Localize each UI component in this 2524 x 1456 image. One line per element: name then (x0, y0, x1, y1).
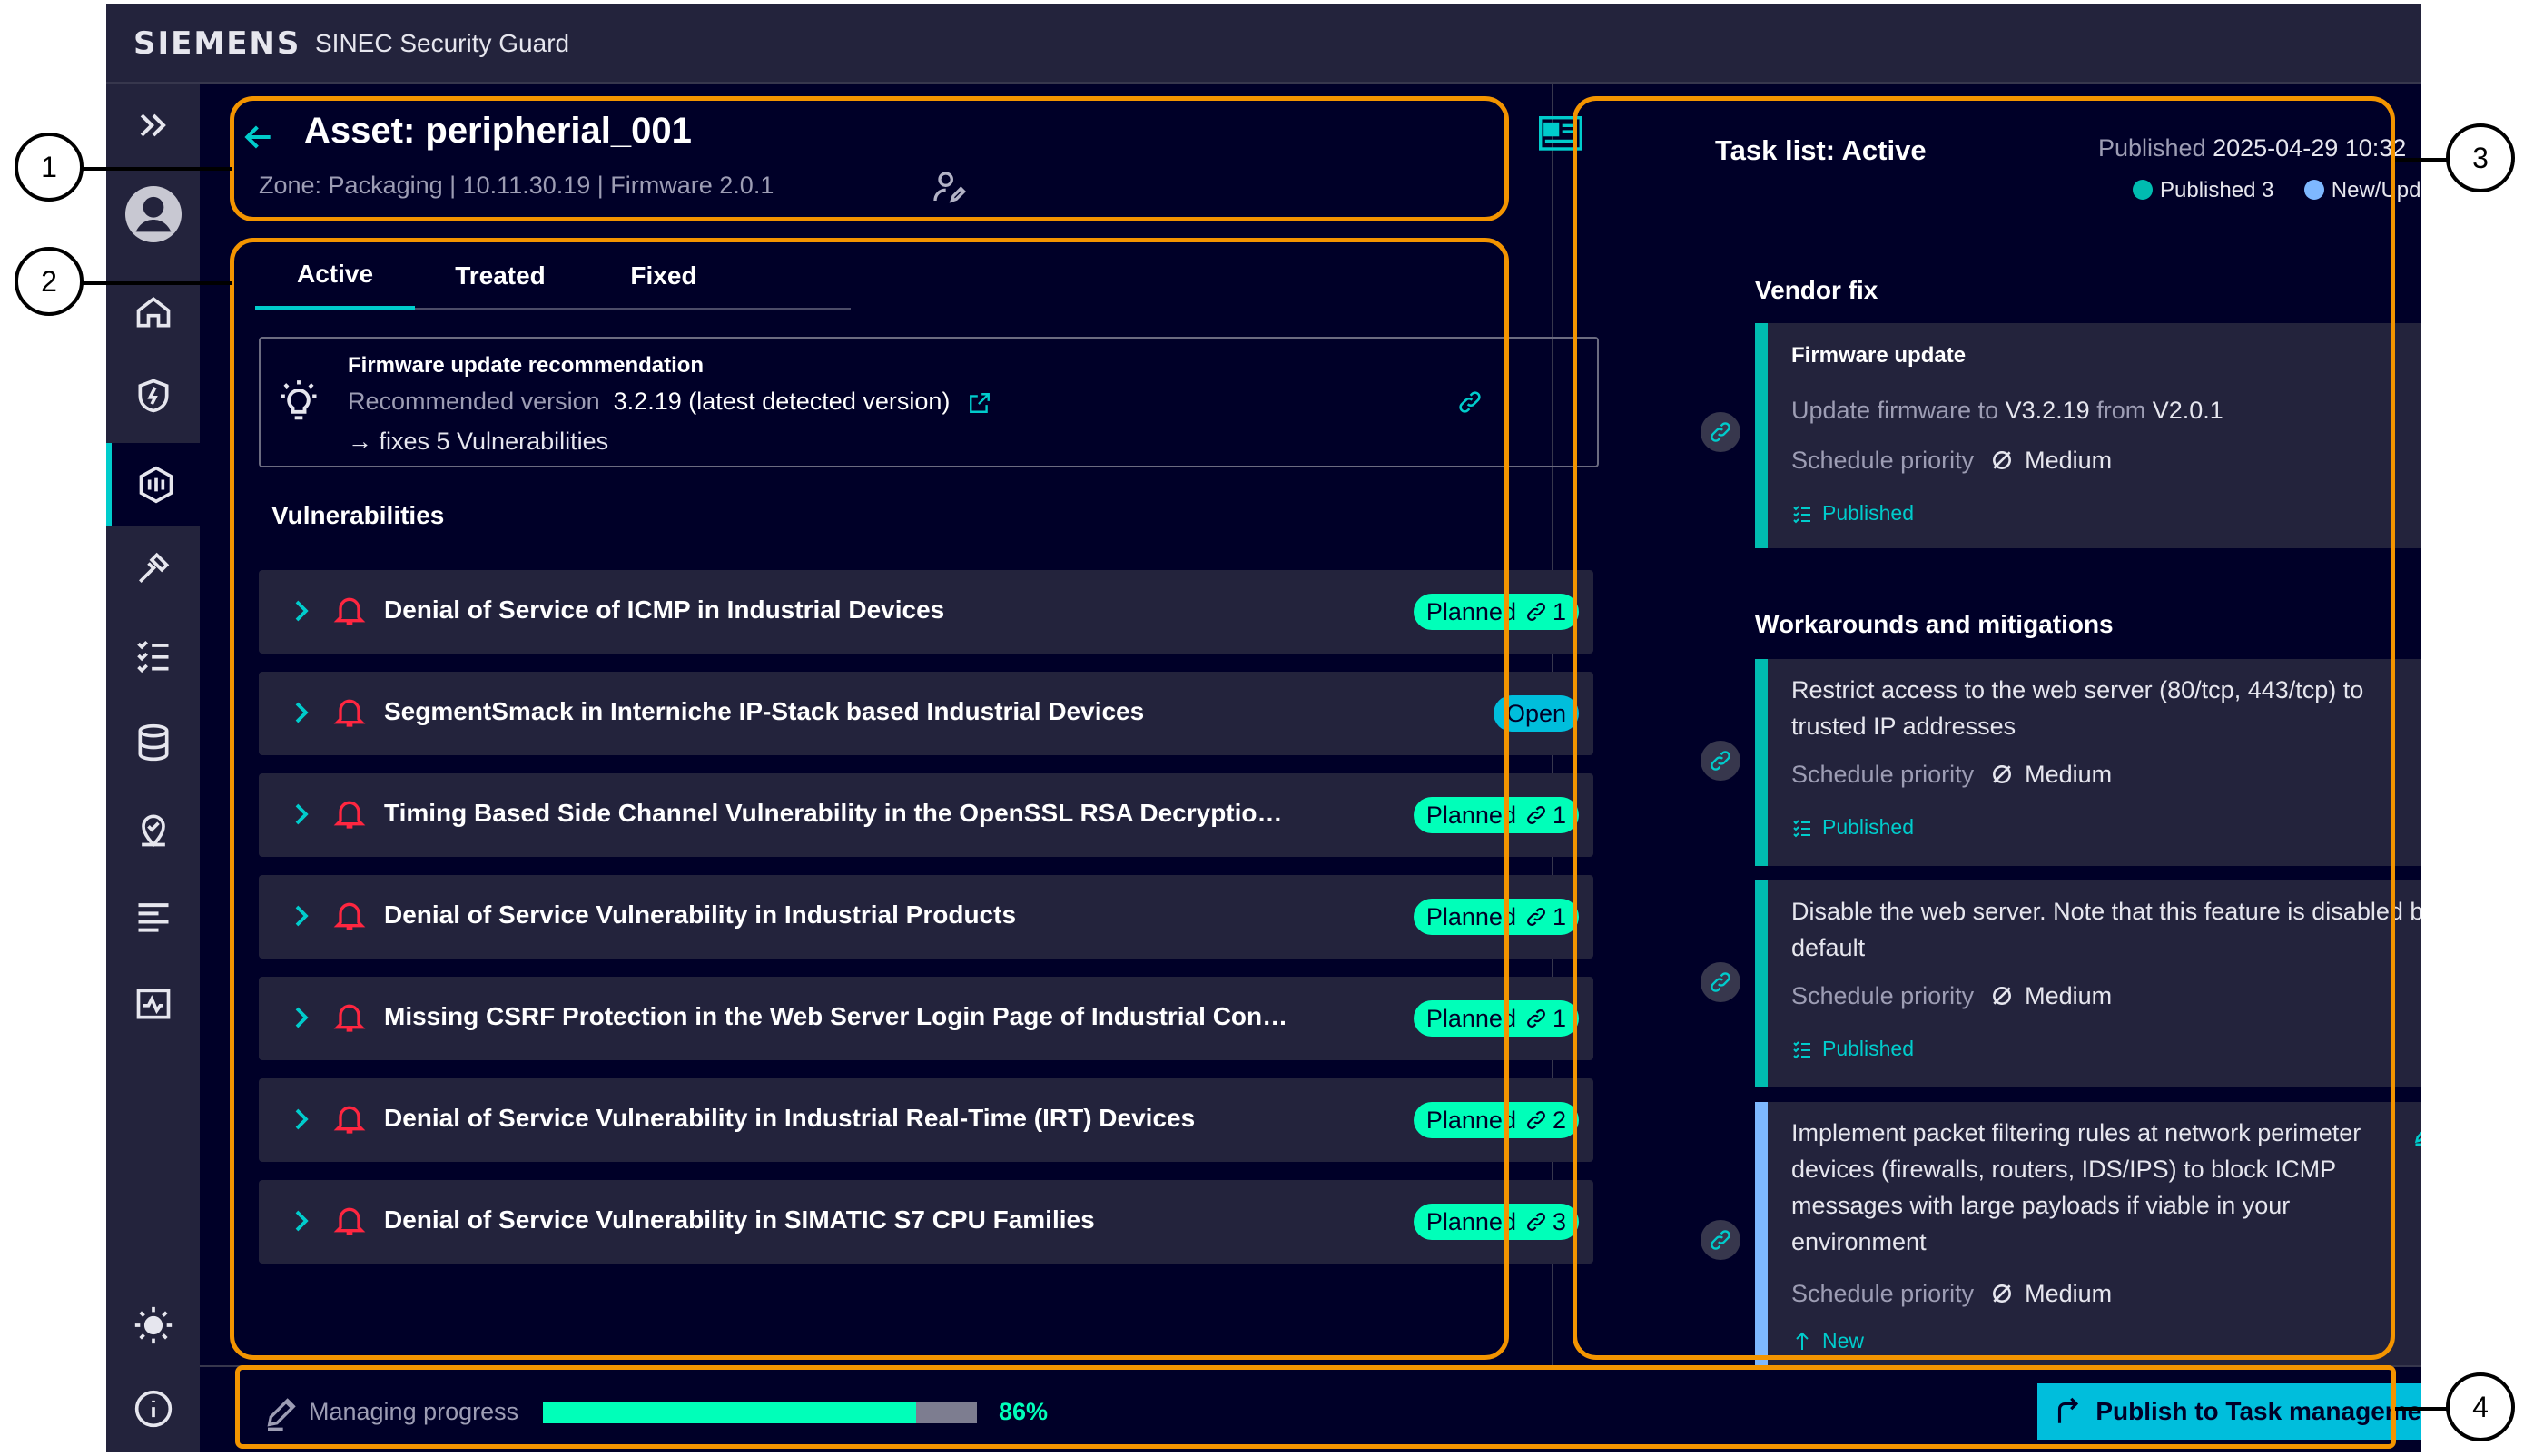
link-icon (1527, 1111, 1545, 1129)
link-icon (1527, 603, 1545, 621)
app-name: SINEC Security Guard (315, 29, 570, 57)
link-count: 2 (1552, 1106, 1566, 1134)
link-count: 1 (1552, 902, 1566, 930)
link-count: 1 (1552, 801, 1566, 829)
annotation-frame-vulnerabilities (230, 238, 1509, 1360)
shield-icon[interactable] (106, 354, 200, 438)
info-icon[interactable] (106, 1367, 200, 1451)
link-icon (1527, 806, 1545, 824)
callout-leader (82, 281, 232, 285)
database-icon[interactable] (106, 701, 200, 784)
brand-logo: SIEMENS (133, 25, 301, 62)
link-count: 1 (1552, 1004, 1566, 1032)
callout-1: 1 (15, 133, 84, 202)
link-icon (1527, 1009, 1545, 1028)
expand-icon[interactable] (106, 84, 200, 167)
activity-icon[interactable] (106, 962, 200, 1046)
callout-leader (2395, 1407, 2451, 1411)
sidebar (106, 84, 200, 1452)
list-icon[interactable] (106, 875, 200, 959)
theme-icon[interactable] (106, 1284, 200, 1367)
asset-icon[interactable] (106, 443, 200, 526)
location-icon[interactable] (106, 788, 200, 871)
annotation-frame-footer (235, 1365, 2396, 1449)
callout-leader (82, 167, 232, 171)
edit-icon[interactable] (2412, 1120, 2421, 1146)
callout-3: 3 (2446, 123, 2515, 192)
link-icon (1527, 908, 1545, 926)
link-icon (1527, 1213, 1545, 1231)
link-count: 3 (1552, 1207, 1566, 1235)
annotation-frame-asset-header (230, 96, 1509, 221)
task-list-icon[interactable] (106, 614, 200, 697)
callout-4: 4 (2446, 1372, 2515, 1441)
annotation-frame-task-list (1573, 96, 2395, 1360)
link-count: 1 (1552, 597, 1566, 625)
avatar[interactable] (106, 172, 200, 256)
tool-icon[interactable] (106, 526, 200, 610)
callout-2: 2 (15, 247, 84, 316)
top-bar: SIEMENS SINEC Security Guard (106, 4, 2421, 84)
callout-leader (2395, 158, 2451, 162)
status-label: Open (1505, 699, 1566, 727)
